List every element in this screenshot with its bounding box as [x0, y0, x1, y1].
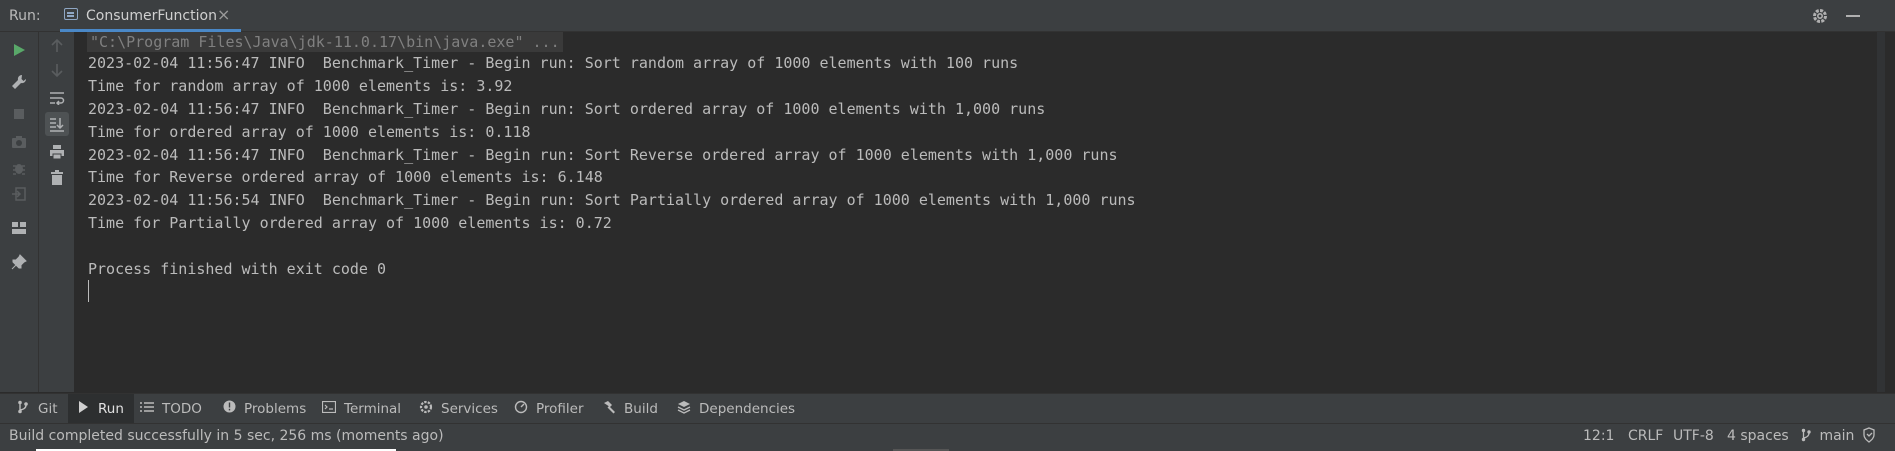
tool-window-profiler-label: Profiler	[536, 400, 584, 417]
status-bar: Build completed successfully in 5 sec, 2…	[0, 423, 1895, 451]
console-line: 2023-02-04 11:56:47 INFO Benchmark_Timer…	[88, 54, 1019, 72]
line-separator[interactable]: CRLF	[1628, 428, 1663, 444]
git-branch-icon	[1801, 428, 1811, 446]
tool-window-problems-label: Problems	[244, 400, 307, 417]
debug-icon[interactable]	[7, 156, 31, 180]
tool-window-git-label: Git	[38, 400, 58, 417]
run-tool-window-header: Run: ConsumerFunction ×	[0, 0, 1895, 32]
tool-window-dependencies-label: Dependencies	[699, 400, 796, 417]
layout-icon[interactable]	[7, 216, 31, 240]
tool-window-todo[interactable]: TODO	[140, 394, 202, 423]
soft-wrap-icon[interactable]	[45, 86, 69, 110]
status-message[interactable]: Build completed successfully in 5 sec, 2…	[9, 428, 444, 444]
hammer-icon	[602, 400, 616, 418]
gear-icon[interactable]	[1810, 6, 1830, 26]
console-line: Time for ordered array of 1000 elements …	[88, 123, 531, 141]
wrench-icon[interactable]	[7, 70, 31, 94]
tool-window-build[interactable]: Build	[602, 394, 658, 423]
tool-window-services[interactable]: Services	[419, 394, 498, 423]
tool-window-terminal[interactable]: Terminal	[321, 394, 402, 423]
text-caret	[88, 280, 89, 302]
tool-window-run-label: Run	[98, 400, 124, 417]
console-line: Time for random array of 1000 elements i…	[88, 77, 513, 95]
tool-window-profiler[interactable]: Profiler	[514, 394, 584, 423]
console-line: 2023-02-04 11:56:54 INFO Benchmark_Timer…	[88, 191, 1136, 209]
tool-window-dependencies[interactable]: Dependencies	[677, 394, 795, 423]
problems-icon	[222, 400, 236, 417]
caret-position[interactable]: 12:1	[1583, 428, 1614, 444]
git-branch-widget[interactable]: main	[1801, 428, 1854, 446]
run-icon	[76, 400, 90, 417]
scrollbar-track[interactable]	[1877, 32, 1885, 392]
run-config-tab-label: ConsumerFunction	[86, 8, 217, 24]
services-icon	[419, 400, 433, 418]
indent-setting[interactable]: 4 spaces	[1727, 428, 1789, 444]
console-line: 2023-02-04 11:56:47 INFO Benchmark_Timer…	[88, 100, 1046, 118]
console-line: 2023-02-04 11:56:47 INFO Benchmark_Timer…	[88, 146, 1118, 164]
trash-icon[interactable]	[45, 166, 69, 190]
dependencies-icon	[677, 400, 691, 418]
console-command-line[interactable]: "C:\Program Files\Java\jdk-11.0.17\bin\j…	[87, 32, 563, 52]
console-output[interactable]: "C:\Program Files\Java\jdk-11.0.17\bin\j…	[75, 32, 1865, 392]
tool-window-terminal-label: Terminal	[344, 400, 402, 417]
console-line: Time for Partially ordered array of 1000…	[88, 214, 612, 232]
list-icon	[140, 401, 154, 417]
minimize-icon[interactable]	[1846, 15, 1860, 17]
down-arrow-icon[interactable]	[45, 58, 69, 82]
tool-window-todo-label: TODO	[162, 400, 202, 417]
run-label: Run:	[9, 8, 41, 24]
tool-window-git[interactable]: Git	[12, 394, 62, 423]
close-tab-icon[interactable]: ×	[217, 5, 230, 24]
scroll-to-end-icon[interactable]	[45, 112, 69, 136]
tool-window-problems[interactable]: Problems	[222, 394, 306, 423]
terminal-icon	[321, 400, 337, 417]
git-branch-icon	[16, 400, 30, 418]
console-actions-toolbar	[39, 32, 75, 392]
camera-icon[interactable]	[7, 130, 31, 154]
console-scrollbar[interactable]	[1865, 32, 1895, 392]
tool-window-bar: Git Run TODO Problems Terminal Services …	[0, 393, 1895, 423]
stop-icon[interactable]	[7, 102, 31, 126]
tool-window-build-label: Build	[624, 400, 658, 417]
print-icon[interactable]	[45, 140, 69, 164]
tool-window-run[interactable]: Run	[68, 394, 134, 423]
console-window-icon	[64, 8, 78, 20]
console-exit-message: Process finished with exit code 0	[88, 260, 387, 278]
pin-icon[interactable]	[7, 250, 31, 274]
memory-indicator-icon[interactable]	[1862, 427, 1876, 447]
git-branch-name: main	[1819, 428, 1855, 444]
console-line: Time for Reverse ordered array of 1000 e…	[88, 168, 603, 186]
ide-window: Run: ConsumerFunction × "C:\Program File…	[0, 0, 1895, 451]
exit-icon[interactable]	[7, 182, 31, 206]
run-actions-toolbar	[0, 32, 39, 392]
run-icon[interactable]	[7, 38, 31, 62]
run-config-tab[interactable]: ConsumerFunction ×	[60, 0, 241, 32]
profiler-icon	[514, 400, 528, 418]
file-encoding[interactable]: UTF-8	[1673, 428, 1714, 444]
tool-window-services-label: Services	[441, 400, 498, 417]
up-arrow-icon[interactable]	[45, 34, 69, 58]
